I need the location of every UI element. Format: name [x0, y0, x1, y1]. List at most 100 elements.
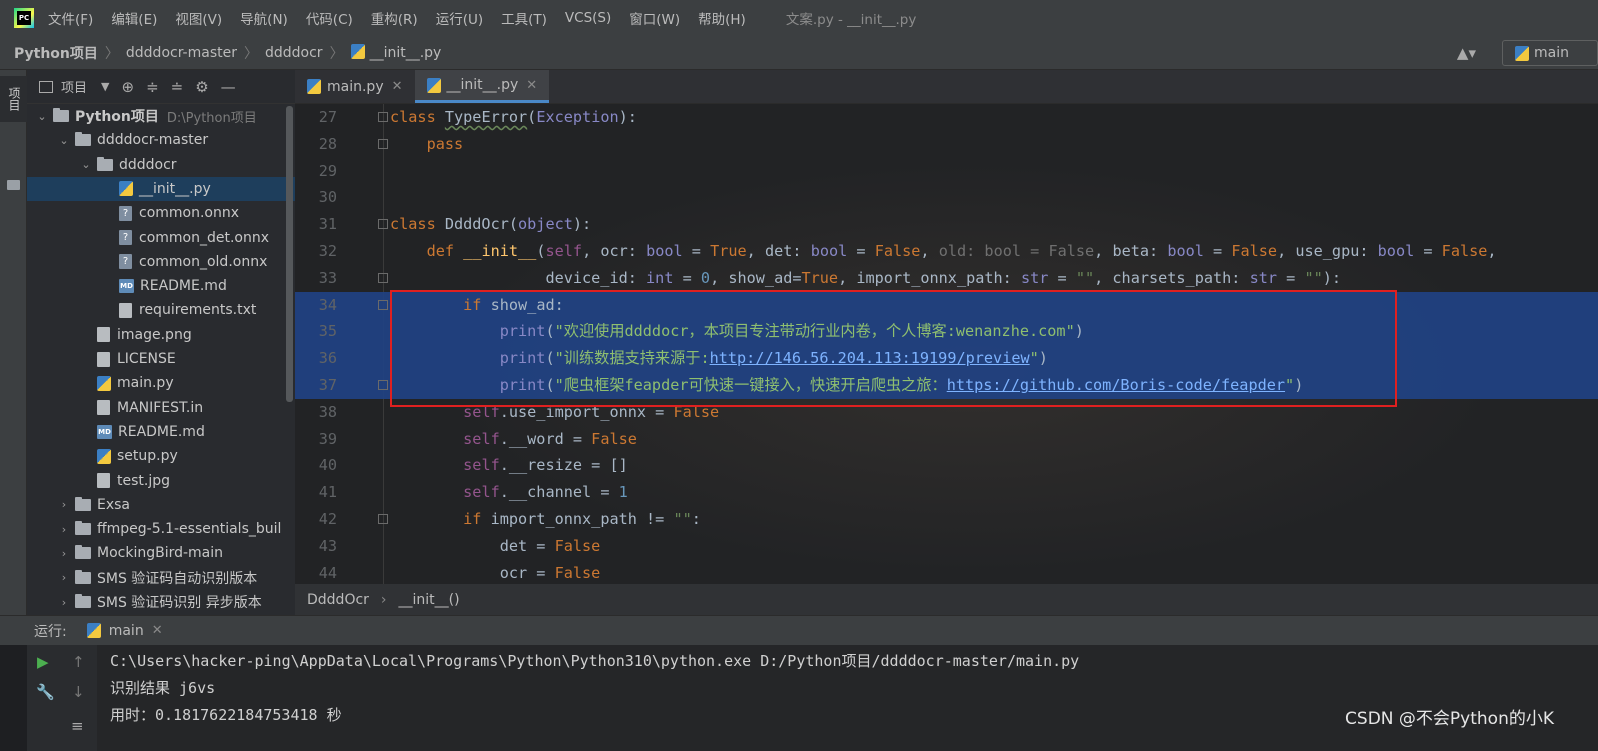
expand-arrow-icon[interactable]: › [57, 523, 71, 536]
gear-icon[interactable]: ⚙ [195, 78, 208, 96]
code-line[interactable]: 34 if show_ad: [295, 291, 1598, 319]
fold-marker-icon[interactable] [378, 219, 388, 230]
code-line[interactable]: 43 det = False [295, 533, 1598, 560]
code-line[interactable]: 32 def __init__(self, ocr: bool = True, … [295, 238, 1598, 265]
scroll-up-icon[interactable]: ↑ [72, 653, 85, 671]
expand-arrow-icon[interactable]: ⌄ [35, 110, 49, 123]
tree-item[interactable]: › ffmpeg-5.1-essentials_buil [27, 517, 295, 541]
collapse-all-icon[interactable]: ≐ [171, 78, 184, 96]
code-line[interactable]: 37 print("爬虫框架feapder可快速一键接入，快速开启爬虫之旅：ht… [295, 372, 1598, 399]
rerun-icon[interactable]: ▶ [37, 653, 49, 671]
hide-panel-icon[interactable]: — [221, 78, 236, 96]
code-line[interactable]: 36 print("训练数据支持来源于:http://146.56.204.11… [295, 345, 1598, 372]
expand-arrow-icon[interactable]: › [57, 571, 71, 584]
tree-item[interactable]: __init__.py [27, 176, 295, 201]
tree-item[interactable]: image.png [27, 323, 295, 347]
code-line[interactable]: 27 class TypeError(Exception): [295, 104, 1598, 131]
locate-icon[interactable]: ⊕ [121, 78, 134, 96]
fold-marker-icon[interactable] [378, 514, 388, 524]
tree-item-label: Python项目 [75, 109, 159, 125]
run-console[interactable]: C:\Users\hacker-ping\AppData\Local\Progr… [97, 645, 1598, 751]
wrench-icon[interactable]: 🔧 [36, 683, 55, 701]
tree-item[interactable]: › SMS 验证码识别 异步版本 [27, 590, 295, 614]
tree-item[interactable]: ? common_det.onnx [27, 226, 295, 250]
menu-file[interactable]: 文件(F) [48, 8, 93, 28]
tree-item[interactable]: ⌄ Python项目 D:\Python项目 [27, 104, 295, 128]
breadcrumb-method[interactable]: __init__() [399, 592, 460, 608]
menu-refactor[interactable]: 重构(R) [371, 8, 418, 28]
expand-arrow-icon[interactable]: ⌄ [57, 134, 71, 147]
breadcrumb-class[interactable]: DdddOcr [307, 592, 369, 608]
fold-marker-icon[interactable] [378, 380, 388, 390]
tree-item[interactable]: ⌄ ddddocr [27, 153, 295, 177]
menu-window[interactable]: 窗口(W) [629, 8, 680, 28]
code-line[interactable]: 38 self.use_import_onnx = False [295, 399, 1598, 426]
fold-marker-icon[interactable] [378, 112, 388, 122]
tree-item[interactable]: MD README.md [27, 420, 295, 444]
menu-run[interactable]: 运行(U) [436, 8, 483, 28]
tab-init-py[interactable]: __init__.py ✕ [414, 70, 550, 103]
menu-view[interactable]: 视图(V) [175, 8, 222, 28]
close-icon[interactable]: ✕ [392, 79, 403, 94]
scroll-down-icon[interactable]: ↓ [72, 683, 85, 701]
tree-item[interactable]: MD README.md [27, 274, 295, 298]
project-scrollbar[interactable] [286, 106, 293, 402]
code-line[interactable]: 42 if import_onnx_path != "": [295, 506, 1598, 533]
expand-arrow-icon[interactable]: › [57, 547, 71, 560]
code-line[interactable]: 33 device_id: int = 0, show_ad=True, imp… [295, 265, 1598, 292]
tree-item[interactable]: test.jpg [27, 469, 295, 493]
code-line[interactable]: 39 self.__word = False [295, 426, 1598, 453]
code-line[interactable]: 28 pass [295, 131, 1598, 158]
code-editor[interactable]: 27 class TypeError(Exception): 28 pass 29 30… [295, 104, 1598, 584]
unknown-file-icon: ? [119, 254, 132, 270]
breadcrumb-file[interactable]: __init__.py [350, 44, 441, 61]
user-icon[interactable]: ▲▾ [1457, 44, 1476, 62]
tree-item[interactable]: MANIFEST.in [27, 396, 295, 420]
code-line[interactable]: 31 class DdddOcr(object): [295, 211, 1598, 238]
project-panel-title[interactable]: 项目 [61, 77, 87, 96]
code-line[interactable]: 29 [295, 158, 1598, 185]
pycharm-logo-icon[interactable]: PC [14, 8, 34, 28]
tree-item[interactable]: › Exsa [27, 493, 295, 517]
expand-all-icon[interactable]: ≑ [146, 78, 159, 96]
tree-item[interactable]: ⌄ ddddocr-master [27, 128, 295, 152]
expand-arrow-icon[interactable]: › [57, 498, 71, 511]
menu-vcs[interactable]: VCS(S) [565, 10, 611, 26]
menu-edit[interactable]: 编辑(E) [111, 8, 157, 28]
run-config-selector[interactable]: main [1502, 40, 1598, 66]
code-line[interactable]: 30 [295, 184, 1598, 211]
tree-item[interactable]: › MockingBird-main [27, 541, 295, 565]
breadcrumb-separator: 〉 [329, 45, 344, 62]
tree-item[interactable]: ? common.onnx [27, 201, 295, 225]
breadcrumb-ddddocr[interactable]: ddddocr [265, 45, 323, 61]
code-line[interactable]: 41 self.__channel = 1 [295, 479, 1598, 506]
tree-item[interactable]: ? common_old.onnx [27, 250, 295, 274]
soft-wrap-icon[interactable]: ≡ [71, 717, 84, 735]
code-line[interactable]: 35 print("欢迎使用ddddocr，本项目专注带动行业内卷，个人博客:w… [295, 318, 1598, 346]
close-icon[interactable]: ✕ [152, 623, 163, 638]
expand-arrow-icon[interactable]: ⌄ [79, 158, 93, 171]
tree-item[interactable]: › SMS 验证码自动识别版本 [27, 566, 295, 590]
folder-icon[interactable] [7, 180, 20, 190]
project-tool-tab[interactable]: 项目 [0, 76, 27, 122]
tab-main-py[interactable]: main.py ✕ [295, 70, 415, 103]
expand-arrow-icon[interactable]: › [57, 596, 71, 609]
breadcrumb-project[interactable]: Python项目 [14, 43, 98, 63]
fold-marker-icon[interactable] [378, 299, 388, 310]
menu-navigate[interactable]: 导航(N) [240, 8, 288, 28]
menu-help[interactable]: 帮助(H) [698, 8, 746, 28]
tree-item[interactable]: main.py [27, 371, 295, 395]
run-tab-main[interactable]: main ✕ [81, 623, 169, 639]
code-line[interactable]: 44 ocr = False [295, 560, 1598, 584]
fold-marker-icon[interactable] [378, 272, 388, 283]
code-line[interactable]: 40 self.__resize = [] [295, 452, 1598, 479]
fold-marker-icon[interactable] [378, 138, 388, 149]
tree-item[interactable]: requirements.txt [27, 298, 295, 322]
breadcrumb-ddddocr-master[interactable]: ddddocr-master [126, 45, 237, 61]
menu-code[interactable]: 代码(C) [306, 8, 353, 28]
chevron-down-icon[interactable]: ▼ [101, 80, 109, 93]
menu-tools[interactable]: 工具(T) [501, 8, 547, 28]
tree-item[interactable]: setup.py [27, 444, 295, 468]
close-icon[interactable]: ✕ [526, 78, 537, 93]
tree-item[interactable]: LICENSE [27, 347, 295, 371]
